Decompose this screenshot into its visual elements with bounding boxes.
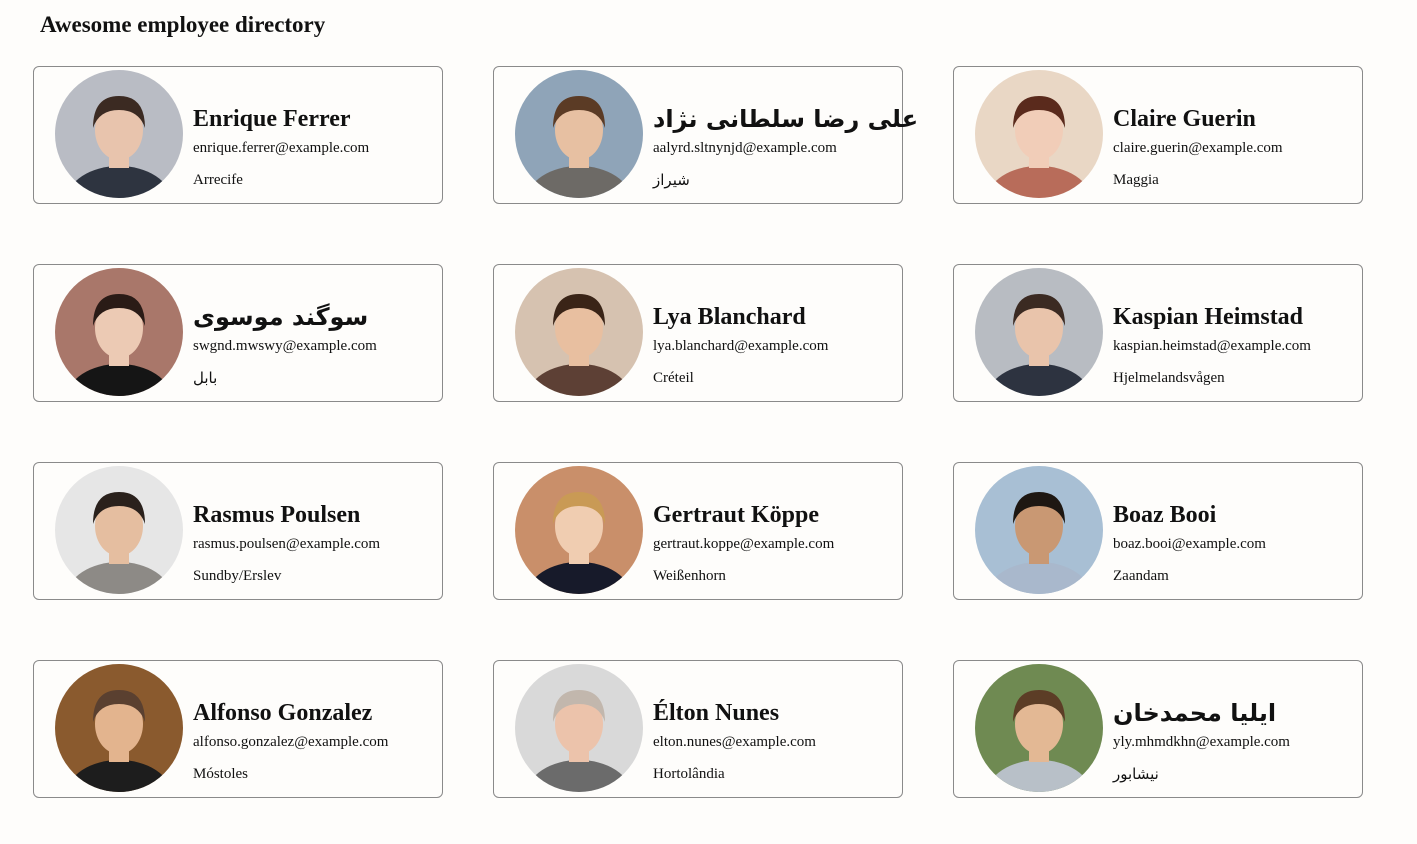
employee-name: Lya Blanchard xyxy=(653,304,806,330)
employee-city: بابل xyxy=(193,369,218,387)
employee-info: Kaspian Heimstad kaspian.heimstad@example… xyxy=(1113,303,1358,388)
employee-info: Élton Nunes elton.nunes@example.com Hortol… xyxy=(653,699,898,784)
employee-card[interactable]: علی رضا سلطانی نژاد aalyrd.sltnynjd@examp… xyxy=(493,66,919,204)
employee-name: Boaz Booi xyxy=(1113,502,1217,528)
employee-email: boaz.booi@example.com xyxy=(1113,536,1266,552)
employee-city: نیشابور xyxy=(1113,765,1159,783)
employee-info: سوگند موسوی swgnd.mwswy@example.com بابل xyxy=(193,303,438,388)
employee-avatar xyxy=(55,70,183,198)
employee-name: Kaspian Heimstad xyxy=(1113,304,1304,330)
employee-city: Arrecife xyxy=(193,172,243,188)
employee-info: Enrique Ferrer enrique.ferrer@example.com… xyxy=(193,105,438,190)
employee-email: kaspian.heimstad@example.com xyxy=(1113,338,1311,354)
employee-card[interactable]: سوگند موسوی swgnd.mwswy@example.com بابل xyxy=(33,264,443,402)
person-photo-icon xyxy=(975,70,1103,198)
person-photo-icon xyxy=(55,70,183,198)
employee-avatar xyxy=(55,466,183,594)
person-photo-icon xyxy=(515,664,643,792)
employee-city: Hjelmelandsvågen xyxy=(1113,370,1225,386)
employee-info: Alfonso Gonzalez alfonso.gonzalez@example… xyxy=(193,699,438,784)
page-title: Awesome employee directory xyxy=(40,12,326,37)
employee-email: swgnd.mwswy@example.com xyxy=(193,338,377,354)
employee-card[interactable]: Kaspian Heimstad kaspian.heimstad@example… xyxy=(953,264,1363,402)
employee-info: ایلیا محمدخان yly.mhmdkhn@example.com نیشا… xyxy=(1113,699,1358,784)
employee-avatar xyxy=(515,466,643,594)
employee-city: Maggia xyxy=(1113,172,1159,188)
employee-email: aalyrd.sltnynjd@example.com xyxy=(653,140,837,156)
employee-avatar xyxy=(55,268,183,396)
employee-name: علی رضا سلطانی نژاد xyxy=(653,105,919,133)
employee-city: Weißenhorn xyxy=(653,568,726,584)
employee-avatar xyxy=(55,664,183,792)
employee-card[interactable]: Lya Blanchard lya.blanchard@example.com Cr… xyxy=(493,264,903,402)
employee-city: Zaandam xyxy=(1113,568,1169,584)
person-photo-icon xyxy=(975,664,1103,792)
person-photo-icon xyxy=(975,268,1103,396)
employee-card[interactable]: Claire Guerin claire.guerin@example.com Ma… xyxy=(953,66,1363,204)
person-photo-icon xyxy=(55,268,183,396)
employee-avatar xyxy=(975,466,1103,594)
employee-email: gertraut.koppe@example.com xyxy=(653,536,835,552)
employee-info: Rasmus Poulsen rasmus.poulsen@example.com… xyxy=(193,501,438,586)
employee-name: Claire Guerin xyxy=(1113,106,1256,132)
person-photo-icon xyxy=(515,70,643,198)
employee-info: Claire Guerin claire.guerin@example.com Ma… xyxy=(1113,105,1358,190)
employee-name: Rasmus Poulsen xyxy=(193,502,361,528)
employee-avatar xyxy=(975,70,1103,198)
employee-info: Gertraut Köppe gertraut.koppe@example.com… xyxy=(653,501,898,586)
employee-info: Lya Blanchard lya.blanchard@example.com Cr… xyxy=(653,303,898,388)
employee-grid: Enrique Ferrer enrique.ferrer@example.com… xyxy=(33,66,1363,798)
person-photo-icon xyxy=(515,268,643,396)
employee-avatar xyxy=(515,70,643,198)
employee-card[interactable]: Enrique Ferrer enrique.ferrer@example.com… xyxy=(33,66,443,204)
employee-card[interactable]: Alfonso Gonzalez alfonso.gonzalez@example… xyxy=(33,660,443,798)
employee-email: rasmus.poulsen@example.com xyxy=(193,536,381,552)
employee-city: Créteil xyxy=(653,370,694,386)
employee-avatar xyxy=(515,268,643,396)
employee-card[interactable]: Boaz Booi boaz.booi@example.com Zaandam xyxy=(953,462,1363,600)
person-photo-icon xyxy=(55,664,183,792)
employee-card[interactable]: Rasmus Poulsen rasmus.poulsen@example.com… xyxy=(33,462,443,600)
employee-name: Gertraut Köppe xyxy=(653,502,819,528)
employee-email: yly.mhmdkhn@example.com xyxy=(1113,734,1290,750)
employee-name: سوگند موسوی xyxy=(193,303,369,331)
employee-avatar xyxy=(515,664,643,792)
employee-name: ایلیا محمدخان xyxy=(1113,699,1277,727)
employee-card[interactable]: Gertraut Köppe gertraut.koppe@example.com… xyxy=(493,462,903,600)
employee-email: enrique.ferrer@example.com xyxy=(193,140,370,156)
employee-email: elton.nunes@example.com xyxy=(653,734,816,750)
employee-info: علی رضا سلطانی نژاد aalyrd.sltnynjd@examp… xyxy=(653,105,919,190)
employee-name: Enrique Ferrer xyxy=(193,106,351,132)
person-photo-icon xyxy=(515,466,643,594)
employee-city: Hortolândia xyxy=(653,766,725,782)
person-photo-icon xyxy=(55,466,183,594)
employee-email: alfonso.gonzalez@example.com xyxy=(193,734,389,750)
person-photo-icon xyxy=(975,466,1103,594)
employee-name: Alfonso Gonzalez xyxy=(193,700,373,726)
employee-card[interactable]: ایلیا محمدخان yly.mhmdkhn@example.com نیشا… xyxy=(953,660,1363,798)
employee-email: claire.guerin@example.com xyxy=(1113,140,1283,156)
employee-avatar xyxy=(975,664,1103,792)
employee-city: Móstoles xyxy=(193,766,249,782)
employee-avatar xyxy=(975,268,1103,396)
employee-name: Élton Nunes xyxy=(653,700,780,726)
employee-city: Sundby/Erslev xyxy=(193,568,282,584)
employee-email: lya.blanchard@example.com xyxy=(653,338,829,354)
employee-card[interactable]: Élton Nunes elton.nunes@example.com Hortol… xyxy=(493,660,903,798)
employee-city: شیراز xyxy=(653,171,690,189)
employee-info: Boaz Booi boaz.booi@example.com Zaandam xyxy=(1113,501,1358,586)
